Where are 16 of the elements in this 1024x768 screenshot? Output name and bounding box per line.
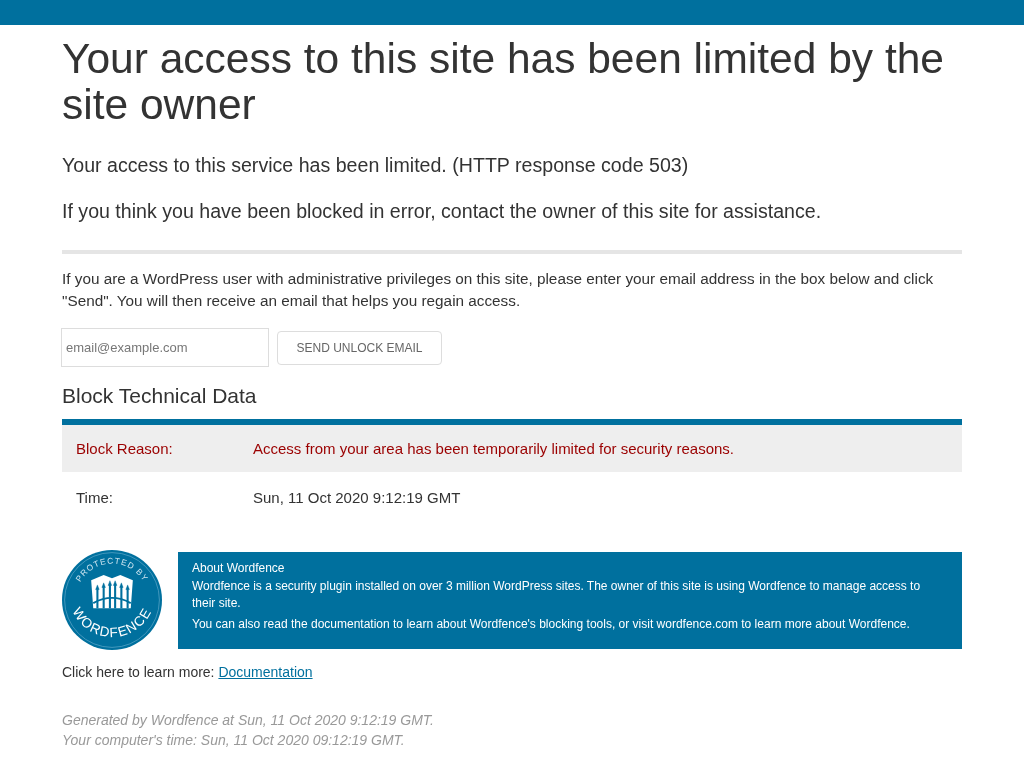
learn-more-text: Click here to learn more: <box>62 664 215 680</box>
footer-note: Your computer's time: Sun, 11 Oct 2020 09:12:19 GMT. <box>62 731 406 750</box>
email-input[interactable]: email@example.com <box>61 328 269 367</box>
send-unlock-email-button[interactable]: SEND UNLOCK EMAIL <box>277 330 442 365</box>
section-heading: Block Technical Data <box>62 383 258 409</box>
footer-note: Generated by Wordfence at Sun, 11 Oct 2020 9:12:19 GMT. <box>62 711 435 730</box>
documentation-link[interactable]: Documentation <box>218 664 313 680</box>
page-heading: Your access to this site has been limited by the site owner <box>62 36 945 128</box>
status-message: If you think you have been blocked in error, contact the owner of this site for assistance. <box>62 199 823 224</box>
about-text: Wordfence is a security plugin installed on over 3 million WordPress sites. The owner of this site is using Wordfence to manage access to their site. <box>192 577 922 612</box>
about-text: You can also read the documentation to learn about Wordfence's blocking tools, or visit wordfence.com to learn more about Wordfence. <box>192 615 911 633</box>
status-message: Your access to this service has been limited. (HTTP response code 503) <box>62 153 690 178</box>
about-title: About Wordfence <box>192 559 286 577</box>
admin-notice: If you are a WordPress user with administrative privileges on this site, please enter your email address in the box below and click "Send". You will then receive an email that helps you regain access. <box>62 269 935 311</box>
data-label: Block Reason: <box>62 422 239 472</box>
data-value: Access from your area has been temporarily limited for security reasons. <box>239 422 962 472</box>
